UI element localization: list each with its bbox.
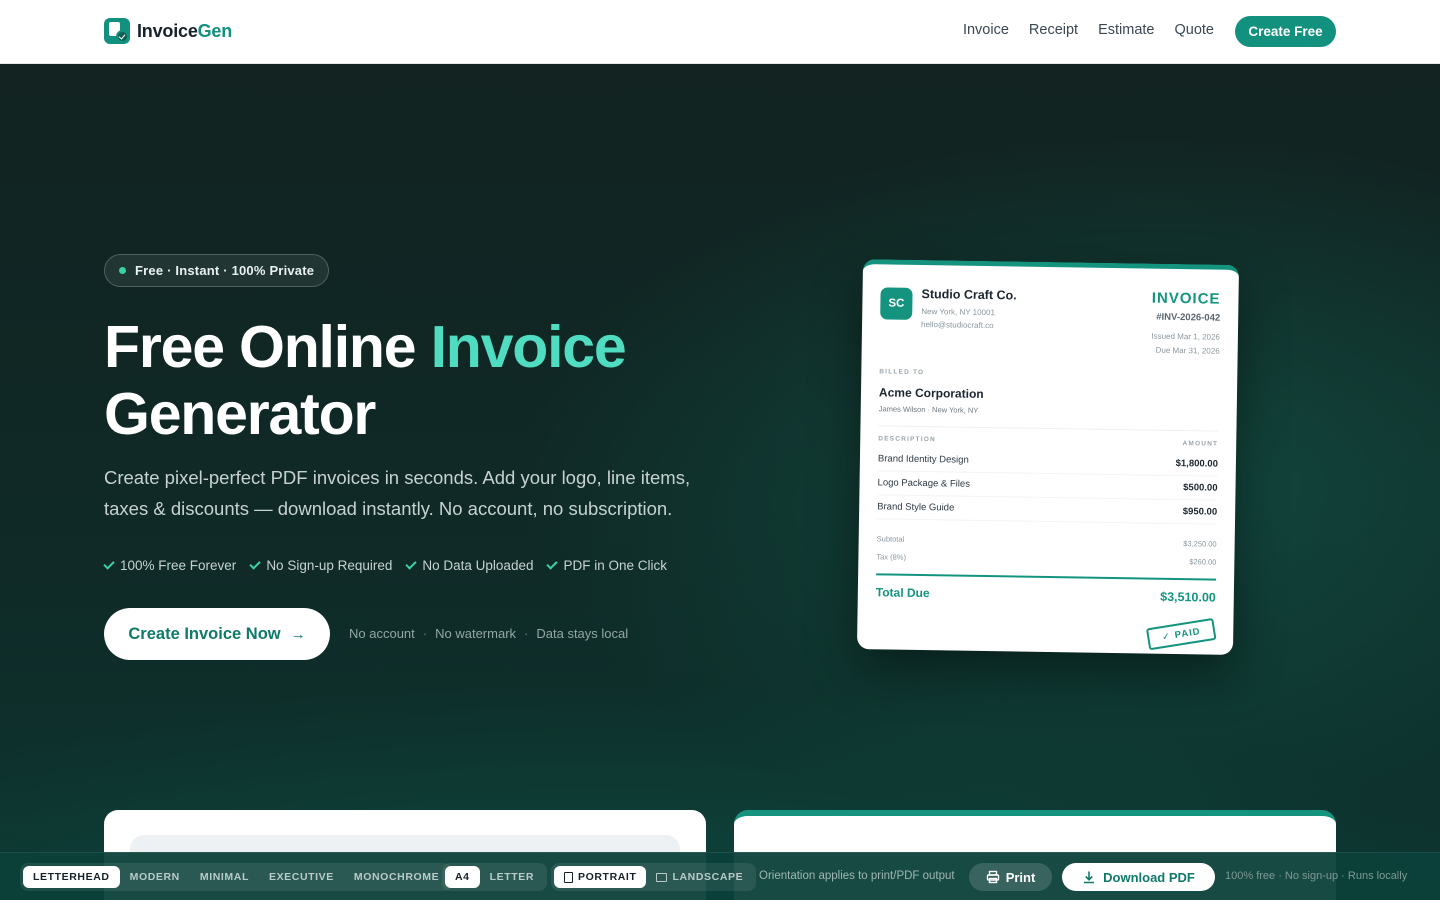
- create-invoice-now-button[interactable]: Create Invoice Now →: [104, 608, 330, 660]
- client-name: Acme Corporation: [878, 385, 984, 401]
- portrait-icon: [564, 871, 573, 883]
- check-icon: [405, 558, 418, 570]
- billed-to-label: BILLED TO: [879, 368, 925, 377]
- paid-stamp: ✓ PAID: [1145, 617, 1217, 651]
- brand-logo[interactable]: InvoiceGen: [104, 18, 232, 44]
- feature-item: 100% Free Forever: [103, 558, 236, 573]
- template-option-letterhead[interactable]: LETTERHEAD: [23, 866, 120, 888]
- feature-item: PDF in One Click: [546, 558, 667, 573]
- total-row: Total Due $3,510.00: [875, 585, 1216, 605]
- size-option-letter[interactable]: LETTER: [480, 866, 544, 888]
- nav-link-receipt[interactable]: Receipt: [1029, 22, 1078, 38]
- nav-link-invoice[interactable]: Invoice: [963, 22, 1009, 38]
- nav-link-estimate[interactable]: Estimate: [1098, 22, 1154, 38]
- feature-checklist: 100% Free Forever No Sign-up Required No…: [103, 558, 667, 573]
- orientation-note: Orientation applies to print/PDF output: [759, 870, 955, 882]
- top-nav: InvoiceGen Invoice Receipt Estimate Quot…: [0, 0, 1440, 64]
- page-size-selector: A4 LETTER: [442, 863, 548, 891]
- column-header-description: DESCRIPTION: [878, 435, 936, 444]
- hero-section: Free · Instant · 100% Private Free Onlin…: [0, 64, 1440, 900]
- company-contact: New York, NY 10001 hello@studiocraft.co: [920, 306, 996, 331]
- orientation-option-portrait[interactable]: PORTRAIT: [554, 866, 647, 888]
- check-icon: [249, 558, 261, 570]
- nav-link-quote[interactable]: Quote: [1175, 22, 1215, 38]
- hero-subtitle: Create pixel-perfect PDF invoices in sec…: [104, 467, 691, 519]
- hero-notes: No account · No watermark · Data stays loc…: [349, 626, 629, 641]
- download-icon: [1084, 871, 1095, 884]
- orientation-option-landscape[interactable]: LANDSCAPE: [646, 866, 753, 888]
- check-icon: [546, 558, 559, 570]
- doc-title: INVOICE: [1151, 289, 1221, 308]
- create-free-button[interactable]: Create Free: [1235, 16, 1336, 47]
- column-header-amount: AMOUNT: [1182, 440, 1219, 448]
- invoice-dates: Issued Mar 1, 2026 Due Mar 31, 2026: [1151, 331, 1220, 356]
- template-option-executive[interactable]: EXECUTIVE: [259, 866, 344, 888]
- check-icon: [103, 558, 115, 570]
- nav-links: Invoice Receipt Estimate Quote: [963, 22, 1214, 38]
- line-item-row: Brand Style Guide $950.00: [877, 495, 1218, 525]
- template-selector: LETTERHEAD MODERN MINIMAL EXECUTIVE MONO…: [20, 863, 453, 891]
- invoice-number: #INV-2026-042: [1156, 311, 1221, 324]
- landscape-icon: [656, 872, 668, 882]
- subtotal-row: Subtotal $3,250.00: [876, 534, 1217, 549]
- hero-title: Free Online Invoice Generator: [104, 314, 627, 447]
- client-detail: James Wilson · New York, NY: [878, 404, 979, 415]
- hero-badge: Free · Instant · 100% Private: [104, 254, 330, 287]
- print-button[interactable]: Print: [969, 863, 1052, 891]
- feature-item: No Data Uploaded: [405, 558, 533, 573]
- footer-note: 100% free · No sign-up · Runs locally: [1225, 870, 1408, 882]
- download-pdf-button[interactable]: Download PDF: [1062, 863, 1215, 891]
- check-icon: ✓: [1161, 630, 1172, 643]
- status-dot-icon: [119, 267, 126, 274]
- arrow-right-icon: →: [290, 625, 306, 643]
- invoice-preview-card: SC Studio Craft Co. New York, NY 10001 he…: [856, 259, 1240, 655]
- printer-icon: [986, 870, 999, 884]
- template-option-monochrome[interactable]: MONOCHROME: [344, 866, 449, 888]
- template-option-modern[interactable]: MODERN: [120, 866, 190, 888]
- divider: [878, 425, 1219, 432]
- company-name: Studio Craft Co.: [921, 286, 1017, 303]
- total-divider: [876, 573, 1217, 581]
- company-logo: SC: [880, 287, 913, 320]
- invoice-check-icon: [104, 18, 130, 44]
- feature-item: No Sign-up Required: [249, 558, 392, 573]
- bottom-toolbar: LETTERHEAD MODERN MINIMAL EXECUTIVE MONO…: [0, 852, 1440, 900]
- template-option-minimal[interactable]: MINIMAL: [190, 866, 259, 888]
- brand-name: InvoiceGen: [137, 20, 233, 41]
- orientation-selector: PORTRAIT LANDSCAPE: [551, 863, 757, 891]
- tax-row: Tax (8%) $260.00: [876, 552, 1217, 567]
- size-option-a4[interactable]: A4: [445, 866, 480, 888]
